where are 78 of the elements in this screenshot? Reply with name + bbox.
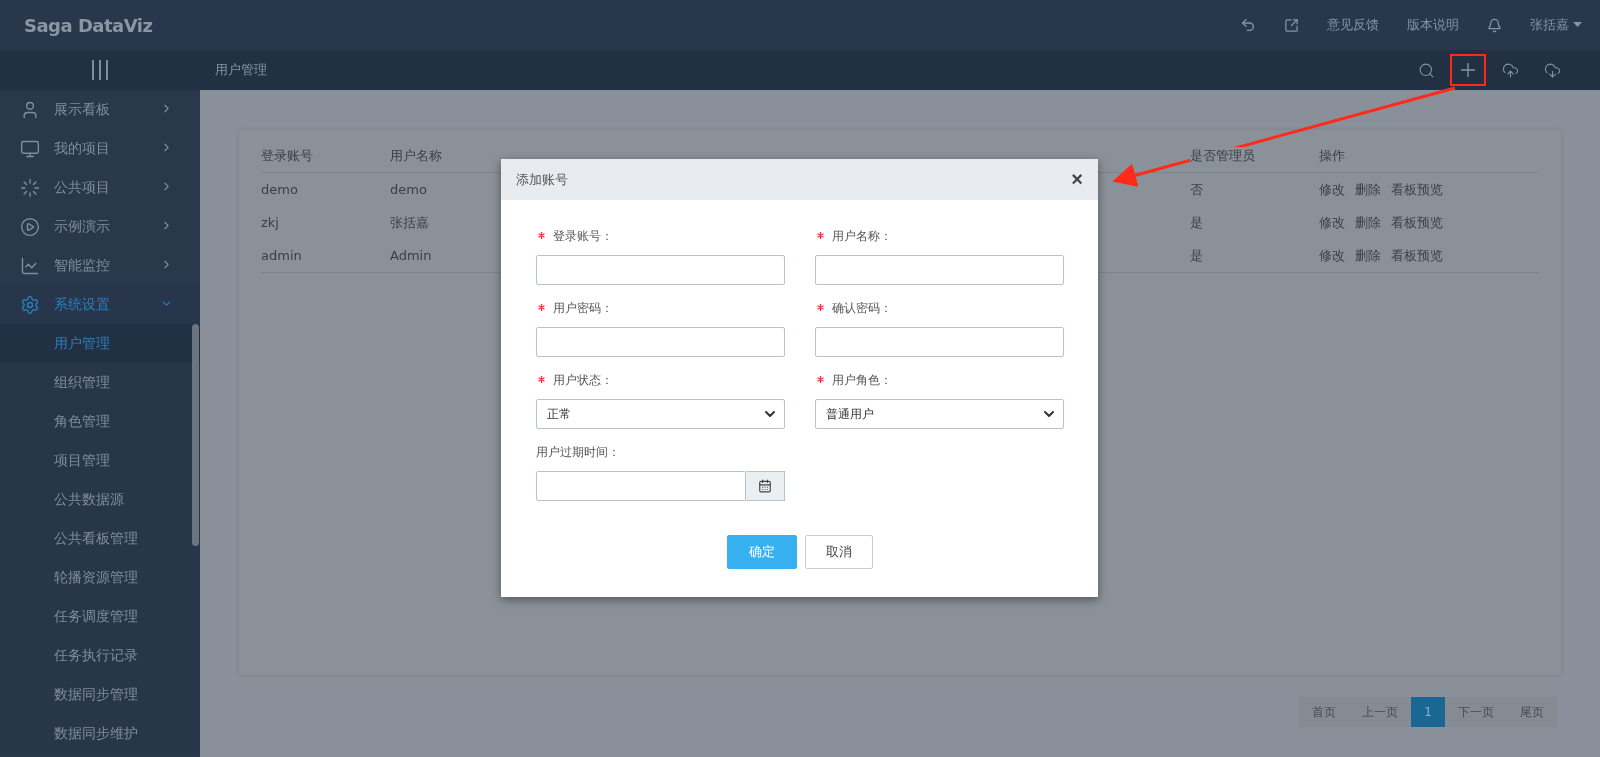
scrollbar[interactable] [192, 324, 199, 546]
dotted-circle-icon [20, 177, 40, 198]
action-link[interactable]: 删除 [1355, 213, 1381, 232]
close-button[interactable]: × [1071, 168, 1083, 191]
caret-icon [1573, 22, 1582, 28]
date-field[interactable] [536, 471, 746, 501]
header-link[interactable]: 意见反馈 [1327, 16, 1379, 34]
page-title: 用户管理 [215, 61, 267, 79]
action-link[interactable]: 看板预览 [1391, 213, 1443, 232]
required-icon [538, 303, 545, 311]
play-icon [20, 216, 40, 237]
table-cell-text: Admin [390, 247, 433, 265]
column-header: 用户名称 [390, 147, 442, 165]
required-icon [538, 375, 545, 383]
action-link[interactable]: 修改 [1319, 180, 1345, 199]
bell-icon[interactable] [1487, 17, 1502, 33]
password-field[interactable] [536, 327, 785, 357]
field-label: 用户名称： [815, 228, 1064, 245]
table-cell-text: 张括嘉 [390, 213, 430, 232]
action-link[interactable]: 删除 [1355, 246, 1381, 265]
action-link[interactable]: 修改 [1319, 246, 1345, 265]
table-cell-text: 否 [1190, 180, 1204, 199]
required-icon [817, 303, 824, 311]
expand-icon[interactable] [1284, 17, 1299, 33]
cloud-download-icon [1543, 61, 1561, 79]
column-header: 是否管理员 [1190, 147, 1255, 165]
table-cell-text: zkj [261, 214, 280, 232]
field-label: 用户密码： [536, 300, 785, 317]
sidebar-item[interactable]: 展示看板 [0, 90, 200, 129]
cancel-button[interactable]: 取消 [804, 535, 873, 569]
field-label: 登录账号： [536, 228, 785, 245]
field-label: 用户角色： [815, 372, 1064, 389]
sidebar-item[interactable]: 智能监控 [0, 246, 200, 285]
table-cell-text: demo [390, 181, 428, 199]
calendar-icon [758, 479, 772, 493]
action-link[interactable]: 删除 [1355, 180, 1381, 199]
user-menu[interactable]: 张括嘉 [1530, 16, 1582, 34]
input-field[interactable] [815, 255, 1064, 285]
undo-icon[interactable] [1240, 17, 1256, 33]
table-cell-text: 是 [1190, 213, 1204, 232]
input-field[interactable] [536, 255, 785, 285]
required-icon [538, 231, 545, 239]
page-button[interactable]: 尾页 [1507, 697, 1557, 727]
user-icon [20, 99, 40, 120]
action-link[interactable]: 修改 [1319, 213, 1345, 232]
settings-icon [20, 294, 40, 315]
field-label: 确认密码： [815, 300, 1064, 317]
table-cell-text: 是 [1190, 246, 1204, 265]
column-header: 登录账号 [261, 147, 313, 165]
action-link[interactable]: 看板预览 [1391, 180, 1443, 199]
search-icon [1417, 61, 1435, 79]
confirm-button[interactable]: 确定 [726, 535, 797, 569]
column-header: 操作 [1319, 147, 1345, 165]
dialog-title: 添加账号 [516, 170, 568, 189]
page-button[interactable]: 首页 [1299, 697, 1350, 727]
sidebar-item[interactable]: 公共项目 [0, 168, 200, 207]
monitor-icon [20, 138, 40, 159]
header-link[interactable]: 版本说明 [1407, 16, 1459, 34]
field-label: 用户状态： [536, 372, 785, 389]
logo: Saga DataViz [24, 14, 153, 36]
sidebar-item[interactable]: 我的项目 [0, 129, 200, 168]
sidebar-item[interactable]: 示例演示 [0, 207, 200, 246]
required-icon [817, 375, 824, 383]
select-field[interactable]: 普通用户 [815, 399, 1064, 429]
cloud-upload-icon [1501, 61, 1519, 79]
password-field[interactable] [815, 327, 1064, 357]
page-button[interactable]: 1 [1411, 697, 1445, 727]
calendar-button[interactable] [746, 471, 785, 501]
field-label: 用户过期时间： [536, 444, 621, 461]
add-button[interactable] [1450, 54, 1486, 86]
menu-icon[interactable] [91, 60, 109, 80]
table-cell-text: admin [261, 247, 303, 265]
required-icon [817, 231, 824, 239]
action-link[interactable]: 看板预览 [1391, 246, 1443, 265]
chart-icon [20, 255, 40, 276]
select-field[interactable]: 正常 [536, 399, 785, 429]
sidebar-subitem[interactable]: 用户管理 [0, 324, 200, 363]
table-cell-text: demo [261, 181, 299, 199]
